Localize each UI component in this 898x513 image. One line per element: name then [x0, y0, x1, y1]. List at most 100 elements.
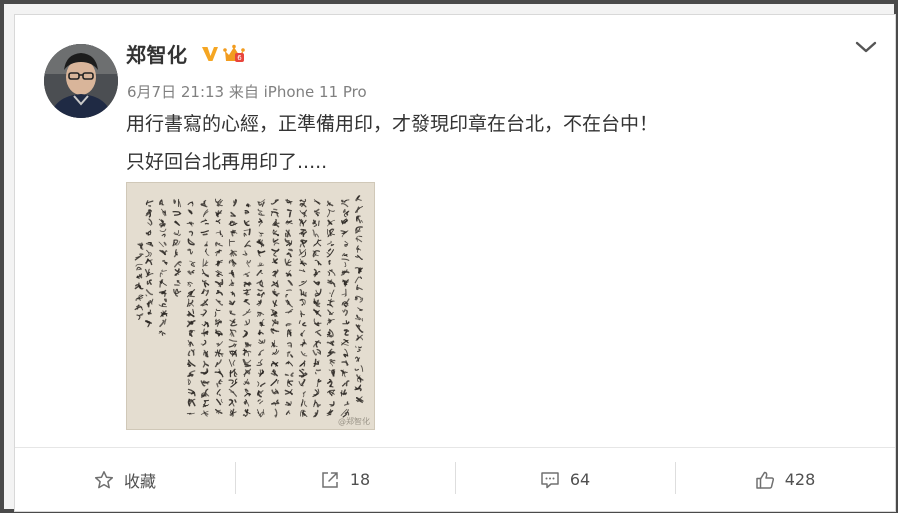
calligraphy-glyph	[314, 259, 322, 266]
calligraphy-glyph	[298, 269, 306, 273]
calligraphy-glyph	[298, 320, 307, 327]
calligraphy-glyph	[202, 258, 209, 267]
calligraphy-glyph	[326, 248, 335, 258]
calligraphy-glyph	[242, 250, 248, 256]
calligraphy-glyph	[298, 248, 307, 258]
calligraphy-glyph	[313, 238, 322, 247]
post-image[interactable]: @郑智化	[126, 182, 375, 430]
calligraphy-glyph	[299, 298, 306, 306]
calligraphy-glyph	[329, 359, 336, 367]
calligraphy-glyph	[186, 221, 194, 227]
calligraphy-glyph	[187, 378, 191, 385]
share-icon	[322, 471, 338, 488]
calligraphy-glyph	[244, 388, 252, 397]
calligraphy-glyph	[257, 390, 264, 398]
verified-v-icon[interactable]	[201, 45, 219, 63]
calligraphy-glyph	[161, 208, 167, 217]
window-frame: 郑智化 6 6月7日 21:13 来自 iPhone 11 Pro 用行書寫的心…	[0, 0, 898, 513]
calligraphy-glyph	[158, 298, 167, 308]
calligraphy-glyph	[201, 268, 209, 278]
calligraphy-glyph	[356, 374, 364, 383]
calligraphy-glyph	[316, 378, 322, 387]
calligraphy-glyph	[271, 248, 280, 257]
calligraphy-glyph	[243, 298, 250, 305]
calligraphy-glyph	[354, 356, 361, 362]
calligraphy-glyph	[215, 230, 224, 237]
calligraphy-glyph	[284, 401, 292, 407]
calligraphy-glyph	[215, 270, 223, 278]
calligraphy-glyph	[354, 295, 364, 303]
calligraphy-glyph	[215, 210, 223, 218]
calligraphy-glyph	[186, 308, 195, 318]
calligraphy-glyph	[245, 203, 251, 208]
calligraphy-glyph	[285, 299, 293, 308]
share-button[interactable]: 18	[235, 448, 455, 511]
calligraphy-glyph	[159, 269, 167, 278]
calligraphy-glyph	[189, 260, 196, 267]
calligraphy-glyph	[328, 369, 336, 377]
calligraphy-glyph	[286, 342, 293, 348]
favorite-button[interactable]: 收藏	[15, 448, 235, 511]
calligraphy-glyph	[203, 349, 209, 358]
calligraphy-glyph	[329, 401, 335, 407]
calligraphy-glyph	[146, 298, 154, 308]
calligraphy-glyph	[145, 249, 152, 258]
calligraphy-glyph	[256, 299, 262, 307]
calligraphy-glyph	[256, 269, 264, 276]
comment-button[interactable]: 64	[455, 448, 675, 511]
weibo-post-card: 郑智化 6 6月7日 21:13 来自 iPhone 11 Pro 用行書寫的心…	[14, 14, 896, 512]
calligraphy-glyph	[258, 339, 266, 344]
calligraphy-glyph	[300, 409, 308, 417]
calligraphy-glyph	[286, 351, 294, 358]
calligraphy-glyph	[214, 329, 223, 337]
calligraphy-glyph	[216, 379, 223, 388]
calligraphy-glyph	[272, 238, 280, 246]
post-meta: 6月7日 21:13 来自 iPhone 11 Pro	[127, 83, 367, 101]
calligraphy-glyph	[256, 359, 263, 367]
calligraphy-glyph	[243, 220, 250, 227]
calligraphy-glyph	[300, 310, 306, 318]
calligraphy-glyph	[313, 298, 321, 308]
calligraphy-glyph	[313, 340, 322, 348]
calligraphy-glyph	[270, 328, 280, 334]
calligraphy-glyph	[258, 218, 263, 227]
calligraphy-glyph	[354, 384, 362, 392]
calligraphy-glyph	[258, 231, 264, 237]
calligraphy-glyph	[159, 318, 167, 328]
calligraphy-glyph	[256, 288, 265, 298]
calligraphy-glyph	[244, 318, 250, 326]
crown-level-icon[interactable]: 6	[223, 44, 245, 64]
calligraphy-glyph	[257, 329, 264, 336]
calligraphy-glyph	[299, 339, 307, 348]
post-menu-button[interactable]	[853, 35, 879, 59]
calligraphy-glyph	[341, 252, 348, 257]
like-button[interactable]: 428	[675, 448, 895, 511]
calligraphy-glyph	[233, 198, 238, 207]
calligraphy-glyph	[200, 368, 209, 375]
calligraphy-glyph	[298, 218, 307, 227]
calligraphy-glyph	[313, 198, 321, 205]
calligraphy-glyph	[173, 260, 182, 268]
calligraphy-glyph	[326, 318, 335, 326]
calligraphy-glyph	[257, 381, 266, 387]
calligraphy-glyph	[229, 310, 236, 316]
calligraphy-glyph	[214, 318, 222, 327]
calligraphy-glyph	[271, 399, 280, 406]
avatar-image	[44, 44, 118, 118]
calligraphy-glyph	[313, 358, 320, 368]
calligraphy-glyph	[271, 280, 279, 288]
calligraphy-glyph	[340, 269, 350, 276]
comment-icon	[541, 471, 559, 488]
calligraphy-glyph	[327, 219, 336, 227]
calligraphy-glyph	[341, 258, 350, 267]
calligraphy-glyph	[313, 280, 321, 286]
user-name[interactable]: 郑智化	[126, 39, 188, 68]
calligraphy-glyph	[202, 399, 210, 408]
image-watermark: @郑智化	[338, 417, 370, 426]
calligraphy-glyph	[272, 299, 278, 308]
calligraphy-glyph	[242, 288, 252, 296]
calligraphy-glyph	[342, 320, 350, 325]
calligraphy-glyph	[272, 218, 280, 228]
calligraphy-glyph	[298, 368, 308, 378]
avatar[interactable]	[44, 44, 118, 118]
